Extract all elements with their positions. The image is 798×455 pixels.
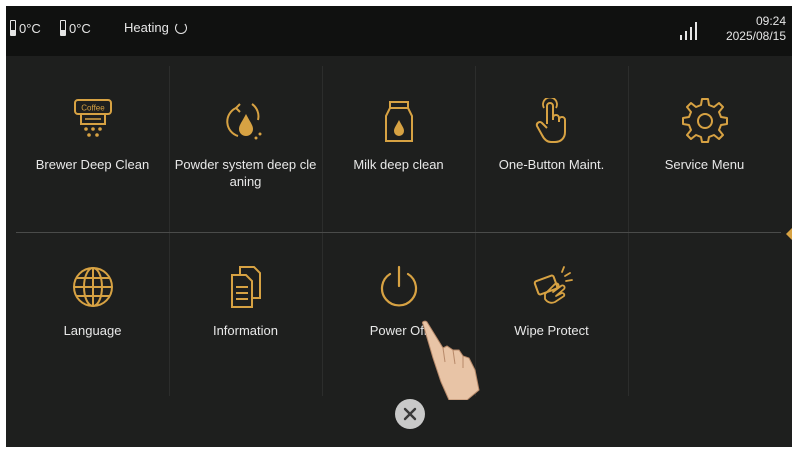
tile-one-button-maint[interactable]: One-Button Maint. <box>475 66 628 231</box>
tile-information[interactable]: Information <box>169 232 322 397</box>
status-bar: 0°C 0°C Heating 09:24 2025/08/15 <box>6 6 792 56</box>
power-icon <box>376 264 422 310</box>
temperature-2-value: 0°C <box>69 20 91 36</box>
tile-label: Wipe Protect <box>514 323 589 338</box>
svg-text:Coffee: Coffee <box>81 104 105 113</box>
documents-icon <box>224 264 268 310</box>
pointing-hand-icon <box>422 320 480 400</box>
heating-status: Heating <box>124 20 187 35</box>
globe-icon <box>70 264 116 310</box>
side-arrow-icon <box>786 228 792 240</box>
signal-strength-icon <box>680 22 702 40</box>
milk-carton-icon <box>377 98 421 144</box>
tile-label: Language <box>63 323 122 338</box>
clock-time: 09:24 <box>755 14 786 28</box>
clock-date: 2025/08/15 <box>725 29 786 43</box>
coffee-brewer-icon: Coffee <box>71 98 115 144</box>
temperature-2: 0°C <box>60 20 91 36</box>
close-icon <box>403 407 417 421</box>
tile-wipe-protect[interactable]: Wipe Protect <box>475 232 628 397</box>
tile-powder-system-deep-cleaning[interactable]: Powder system deep cle aning <box>169 66 322 231</box>
tank-level-icon <box>60 20 66 36</box>
tile-label: One-Button Maint. <box>498 157 605 172</box>
temperature-1-value: 0°C <box>19 20 41 36</box>
tile-milk-deep-clean[interactable]: Milk deep clean <box>322 66 475 231</box>
tile-label: Milk deep clean <box>353 157 444 172</box>
clock: 09:24 2025/08/15 <box>726 14 786 44</box>
gear-icon <box>681 98 728 144</box>
touch-screen: 0°C 0°C Heating 09:24 2025/08/15 Coffee … <box>6 6 792 447</box>
wipe-hand-icon <box>529 264 575 310</box>
close-button[interactable] <box>395 399 425 429</box>
tile-language[interactable]: Language <box>16 232 169 397</box>
maintenance-menu-grid: Coffee Brewer Deep Clean Powder system d… <box>16 66 781 396</box>
tile-label: Service Menu <box>664 157 745 172</box>
tile-brewer-deep-clean[interactable]: Coffee Brewer Deep Clean <box>16 66 169 231</box>
loading-spinner-icon <box>174 21 187 34</box>
tank-level-icon <box>10 20 16 36</box>
tile-label: Powder system deep cle aning <box>174 157 317 189</box>
tile-label: Information <box>212 323 279 338</box>
touch-hand-icon <box>530 98 574 144</box>
tile-label: Brewer Deep Clean <box>35 157 150 172</box>
tile-service-menu[interactable]: Service Menu <box>628 66 781 231</box>
powder-refresh-icon <box>224 98 268 144</box>
temperature-1: 0°C <box>10 20 41 36</box>
tile-empty <box>628 232 781 397</box>
heating-label: Heating <box>124 20 169 35</box>
